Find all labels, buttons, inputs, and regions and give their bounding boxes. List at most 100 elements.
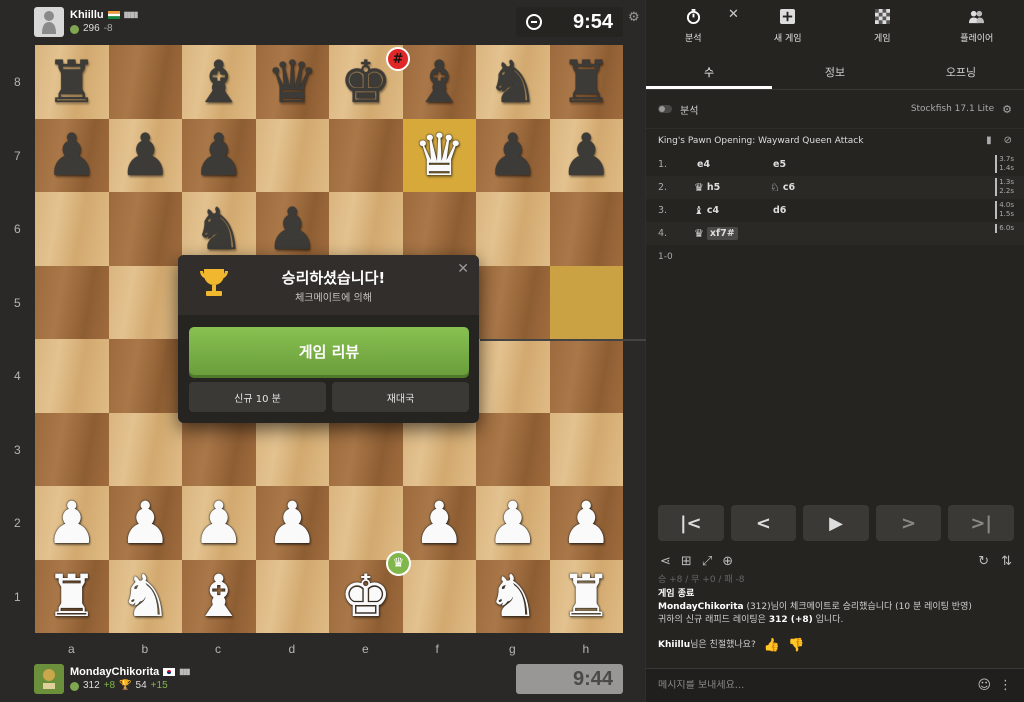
top-player-avatar[interactable] (34, 7, 64, 37)
square-f3[interactable] (402, 412, 476, 486)
white-knight-icon[interactable]: ♞ (109, 560, 183, 634)
black-move[interactable]: ♘ c6 (770, 181, 850, 194)
refresh-icon[interactable]: ↻ (978, 554, 989, 569)
white-pawn-icon[interactable]: ♟ (256, 486, 330, 560)
square-a7[interactable]: ♟ (35, 118, 109, 193)
square-h3[interactable] (549, 412, 623, 486)
panel-tab-1[interactable]: 새 게임 (741, 0, 836, 52)
black-queen-icon[interactable]: ♛ (256, 45, 330, 119)
opening-name[interactable]: King's Pawn Opening: Wayward Queen Attac… (658, 136, 863, 146)
square-f8[interactable]: ♝ (402, 45, 477, 119)
square-a1[interactable]: ♜ (35, 559, 109, 634)
white-rook-icon[interactable]: ♜ (550, 560, 624, 634)
square-b8[interactable] (108, 45, 182, 119)
square-h6[interactable] (549, 192, 623, 266)
panel-tab-2[interactable]: 게임 (835, 0, 930, 52)
previous-move-button[interactable]: < (730, 505, 797, 541)
square-h1[interactable]: ♜ (549, 559, 624, 634)
game-review-button[interactable]: 게임 리뷰 (189, 327, 469, 375)
black-move[interactable]: e5 (770, 159, 850, 170)
zoom-icon[interactable]: ⊕ (722, 554, 733, 569)
black-pawn-icon[interactable]: ♟ (182, 119, 256, 193)
bottom-player-avatar[interactable] (34, 664, 64, 694)
black-rook-icon[interactable]: ♜ (550, 45, 624, 119)
analysis-toggle[interactable] (658, 105, 672, 113)
last-move-button[interactable]: >| (948, 505, 1014, 541)
subtab-1[interactable]: 정보 (772, 58, 898, 89)
black-move[interactable]: d6 (770, 205, 850, 216)
square-b7[interactable]: ♟ (108, 118, 182, 192)
square-h8[interactable]: ♜ (549, 45, 624, 119)
square-b3[interactable] (108, 412, 182, 486)
flip-board-icon[interactable]: ⇅ (1001, 554, 1012, 569)
square-g3[interactable] (476, 412, 550, 486)
square-f2[interactable]: ♟ (402, 486, 477, 560)
top-player-name[interactable]: Khiillu (70, 8, 104, 22)
bottom-player-name[interactable]: MondayChikorita (70, 665, 159, 679)
square-g6[interactable] (476, 192, 550, 266)
clock-icon[interactable]: ⊘ (1004, 135, 1012, 146)
book-icon[interactable]: ▮ (986, 135, 992, 146)
square-a6[interactable] (35, 192, 109, 266)
white-pawn-icon[interactable]: ♟ (109, 486, 183, 560)
engine-settings-gear-icon[interactable]: ⚙ (1002, 103, 1012, 116)
square-b6[interactable] (108, 192, 182, 266)
play-button[interactable]: ▶ (803, 505, 869, 541)
white-pawn-icon[interactable]: ♟ (476, 486, 550, 560)
white-knight-icon[interactable]: ♞ (476, 560, 550, 634)
rematch-button[interactable]: 재대국 (332, 382, 469, 412)
white-move[interactable]: ♛ xf7# (694, 227, 770, 240)
square-c3[interactable] (182, 412, 256, 486)
white-move[interactable]: ♝ c4 (694, 204, 770, 217)
white-pawn-icon[interactable]: ♟ (550, 486, 624, 560)
square-e2[interactable] (329, 486, 403, 560)
subtab-0[interactable]: 수 (646, 58, 772, 89)
square-d7[interactable] (255, 118, 329, 192)
panel-tab-3[interactable]: 플레이어 (930, 0, 1024, 52)
square-h5[interactable] (549, 265, 623, 339)
square-h2[interactable]: ♟ (549, 486, 624, 560)
square-b1[interactable]: ♞ (108, 559, 183, 634)
square-c2[interactable]: ♟ (182, 486, 256, 560)
white-move[interactable]: ♛ h5 (694, 181, 770, 194)
square-a5[interactable] (35, 265, 109, 339)
panel-tab-0[interactable]: 분석 (646, 0, 741, 52)
square-h7[interactable]: ♟ (549, 118, 624, 193)
square-d8[interactable]: ♛ (255, 45, 330, 119)
square-b2[interactable]: ♟ (108, 486, 183, 560)
black-pawn-icon[interactable]: ♟ (35, 119, 109, 193)
more-icon[interactable]: ⋮ (999, 678, 1012, 693)
subtab-2[interactable]: 오프닝 (898, 58, 1024, 89)
white-pawn-icon[interactable]: ♟ (403, 486, 477, 560)
square-d1[interactable] (255, 559, 329, 633)
square-d2[interactable]: ♟ (255, 486, 330, 560)
square-c1[interactable]: ♝ (182, 559, 256, 634)
square-a3[interactable] (35, 412, 109, 486)
white-bishop-icon[interactable]: ♝ (182, 560, 256, 634)
add-to-library-icon[interactable]: ⊞ (681, 554, 692, 569)
black-bishop-icon[interactable]: ♝ (182, 45, 256, 119)
black-rook-icon[interactable]: ♜ (35, 45, 109, 119)
square-f1[interactable] (402, 559, 476, 633)
square-c8[interactable]: ♝ (182, 45, 256, 119)
square-a4[interactable] (35, 339, 109, 413)
chat-input[interactable] (658, 680, 970, 691)
next-move-button[interactable]: > (875, 505, 942, 541)
square-a8[interactable]: ♜ (35, 45, 109, 119)
white-move[interactable]: e4 (694, 159, 770, 170)
modal-close-icon[interactable]: ✕ (457, 261, 469, 277)
white-rook-icon[interactable]: ♜ (35, 560, 109, 634)
white-queen-icon[interactable]: ♛ (403, 119, 477, 193)
share-icon[interactable]: ⋖ (660, 554, 671, 569)
thumbs-up-icon[interactable]: 👍 (764, 639, 780, 652)
black-pawn-icon[interactable]: ♟ (476, 119, 550, 193)
square-g1[interactable]: ♞ (476, 559, 550, 634)
square-g5[interactable] (476, 265, 550, 339)
thumbs-down-icon[interactable]: 👎 (788, 639, 804, 652)
square-g8[interactable]: ♞ (476, 45, 550, 119)
panel-close-icon[interactable]: ✕ (728, 7, 739, 22)
square-g2[interactable]: ♟ (476, 486, 550, 560)
black-bishop-icon[interactable]: ♝ (403, 45, 477, 119)
square-g4[interactable] (476, 339, 550, 413)
black-pawn-icon[interactable]: ♟ (550, 119, 624, 193)
